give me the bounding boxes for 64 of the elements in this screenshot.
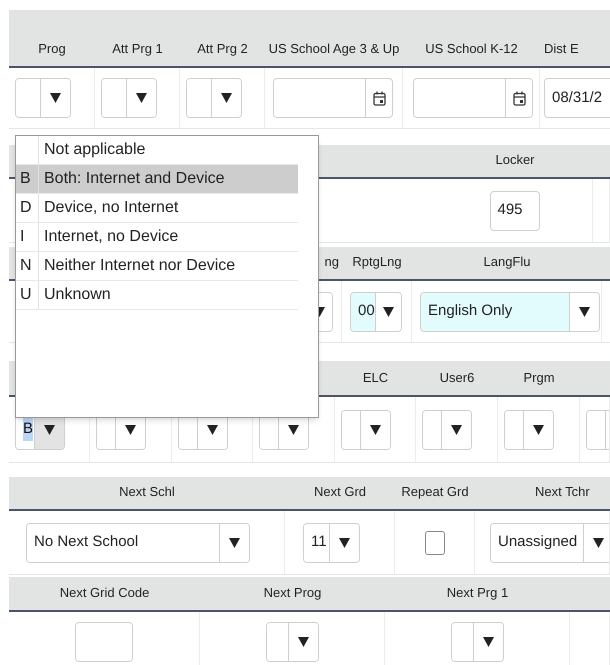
column-header: Prog — [38, 40, 66, 58]
column-header: Next Tchr — [535, 482, 590, 500]
caret-icon — [50, 93, 61, 103]
column-header: US School K-12 — [425, 40, 518, 58]
column-header: LangFlu — [484, 252, 530, 271]
dropdown-option[interactable]: I Internet, no Device — [16, 223, 298, 252]
input-field[interactable]: 495 — [490, 190, 540, 230]
column-header: RptgLng — [352, 252, 402, 271]
column-header: Next Prog — [264, 584, 322, 602]
caret-icon — [207, 424, 218, 434]
select-field[interactable]: 11 — [303, 522, 360, 562]
caret-icon — [382, 306, 394, 316]
select-field[interactable]: Unassigned — [490, 522, 609, 562]
select-field[interactable] — [15, 78, 71, 118]
column-header: Next Grid Code — [60, 584, 150, 602]
select-field[interactable]: 00 — [350, 292, 402, 332]
caret-icon — [44, 424, 55, 434]
input-field[interactable]: 08/31/2 — [544, 78, 610, 118]
checkbox[interactable] — [424, 530, 444, 554]
caret-icon — [579, 306, 590, 316]
dropdown-option[interactable]: N Neither Internet nor Device — [16, 252, 298, 281]
input-field[interactable] — [75, 622, 133, 662]
caret-icon — [370, 424, 381, 434]
select-field[interactable] — [186, 78, 242, 118]
select-field[interactable]: No Next School — [26, 522, 250, 562]
select-field[interactable] — [341, 410, 391, 450]
dropdown-option[interactable]: Not applicable — [16, 136, 298, 165]
select-field[interactable]: English Only — [420, 292, 600, 332]
caret-icon — [229, 538, 240, 548]
caret-icon — [533, 424, 544, 434]
column-header: Next Schl — [119, 482, 175, 500]
column-header: Att Prg 2 — [197, 40, 248, 58]
caret-icon — [339, 538, 350, 548]
calendar-icon — [372, 90, 386, 106]
column-header: ELC — [362, 368, 388, 386]
date-field[interactable] — [273, 78, 393, 118]
caret-icon — [482, 636, 494, 646]
caret-icon — [593, 538, 604, 548]
column-header: Prgm — [523, 368, 555, 387]
select-field[interactable] — [422, 410, 472, 450]
column-header: Repeat Grd — [401, 482, 469, 501]
dropdown-option[interactable]: B Both: Internet and Device — [16, 165, 298, 194]
column-header: Next Prg 1 — [446, 584, 508, 602]
caret-icon — [288, 424, 299, 434]
dropdown-option[interactable]: U Unknown — [16, 281, 298, 310]
calendar-icon — [512, 90, 526, 106]
select-field[interactable] — [504, 410, 554, 450]
column-header: Next Grd — [314, 482, 366, 500]
column-header: Dist E — [544, 40, 579, 58]
column-header: Locker — [495, 150, 535, 168]
column-header: User6 — [440, 368, 474, 386]
caret-icon — [298, 636, 308, 646]
select-field[interactable] — [266, 622, 318, 662]
caret-icon — [125, 424, 136, 434]
select-field[interactable] — [450, 622, 504, 662]
caret-icon — [451, 424, 462, 434]
column-header: Att Prg 1 — [112, 40, 163, 58]
column-header: US School Age 3 & Up — [268, 40, 400, 58]
select-field[interactable] — [101, 78, 157, 118]
column-header: ng — [324, 252, 339, 271]
caret-icon — [136, 93, 147, 103]
caret-icon — [221, 93, 232, 103]
dropdown-option[interactable]: D Device, no Internet — [16, 194, 298, 223]
date-field[interactable] — [413, 78, 533, 118]
